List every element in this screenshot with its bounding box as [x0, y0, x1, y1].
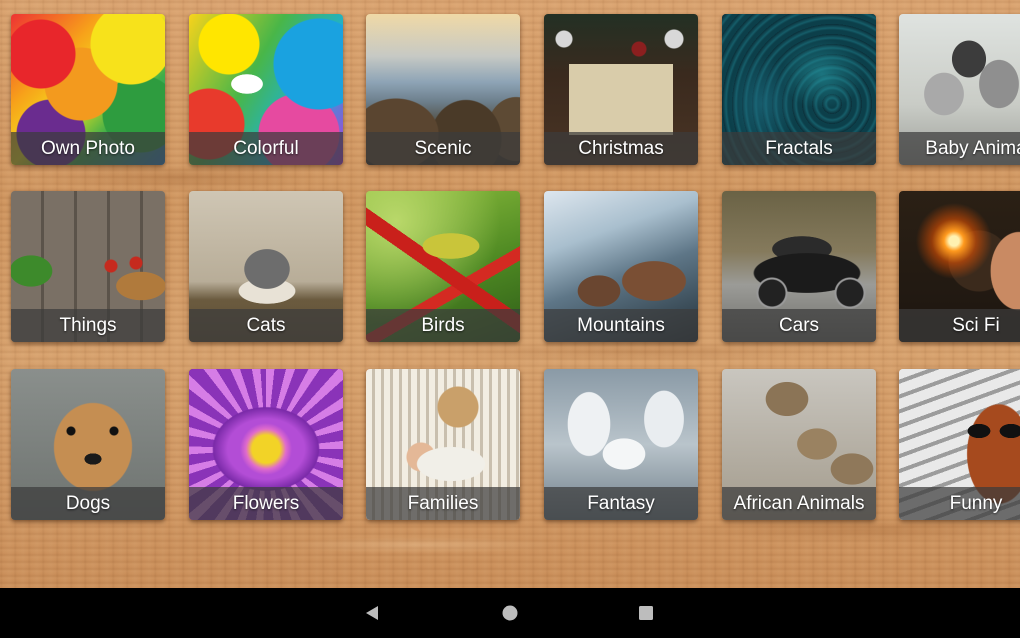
category-tile-colorful[interactable]: Colorful: [189, 14, 343, 165]
category-label: Things: [11, 309, 165, 342]
category-label: Colorful: [189, 132, 343, 165]
category-tile-cats[interactable]: Cats: [189, 191, 343, 342]
category-label: Cats: [189, 309, 343, 342]
category-label: Own Photo: [11, 132, 165, 165]
category-tile-mountains[interactable]: Mountains: [544, 191, 698, 342]
category-tile-flowers[interactable]: Flowers: [189, 369, 343, 520]
home-button[interactable]: [493, 596, 527, 630]
category-label: Dogs: [11, 487, 165, 520]
category-tile-birds[interactable]: Birds: [366, 191, 520, 342]
category-label: African Animals: [722, 487, 876, 520]
category-label: Flowers: [189, 487, 343, 520]
android-navigation-bar: [0, 588, 1020, 638]
category-tile-dogs[interactable]: Dogs: [11, 369, 165, 520]
category-tile-african-animals[interactable]: African Animals: [722, 369, 876, 520]
category-tile-scenic[interactable]: Scenic: [366, 14, 520, 165]
category-label: Scenic: [366, 132, 520, 165]
category-tile-fractals[interactable]: Fractals: [722, 14, 876, 165]
home-circle-icon: [502, 605, 518, 621]
category-label: Cars: [722, 309, 876, 342]
category-label: Families: [366, 487, 520, 520]
category-label: Funny: [899, 487, 1020, 520]
back-triangle-icon: [366, 606, 378, 620]
category-label: Mountains: [544, 309, 698, 342]
category-tile-funny[interactable]: Funny: [899, 369, 1020, 520]
category-label: Christmas: [544, 132, 698, 165]
category-label: Birds: [366, 309, 520, 342]
category-label: Baby Anima: [899, 132, 1020, 165]
category-tile-baby-animals[interactable]: Baby Anima: [899, 14, 1020, 165]
category-tile-families[interactable]: Families: [366, 369, 520, 520]
recents-square-icon: [639, 606, 653, 620]
category-tile-sci-fi[interactable]: Sci Fi: [899, 191, 1020, 342]
recents-button[interactable]: [629, 596, 663, 630]
category-label: Sci Fi: [899, 309, 1020, 342]
category-tile-christmas[interactable]: Christmas: [544, 14, 698, 165]
category-grid: Own Photo Colorful Scenic Christmas Frac…: [0, 0, 1020, 588]
category-tile-own-photo[interactable]: Own Photo: [11, 14, 165, 165]
category-tile-cars[interactable]: Cars: [722, 191, 876, 342]
category-label: Fantasy: [544, 487, 698, 520]
category-label: Fractals: [722, 132, 876, 165]
back-button[interactable]: [355, 596, 389, 630]
category-tile-things[interactable]: Things: [11, 191, 165, 342]
category-tile-fantasy[interactable]: Fantasy: [544, 369, 698, 520]
